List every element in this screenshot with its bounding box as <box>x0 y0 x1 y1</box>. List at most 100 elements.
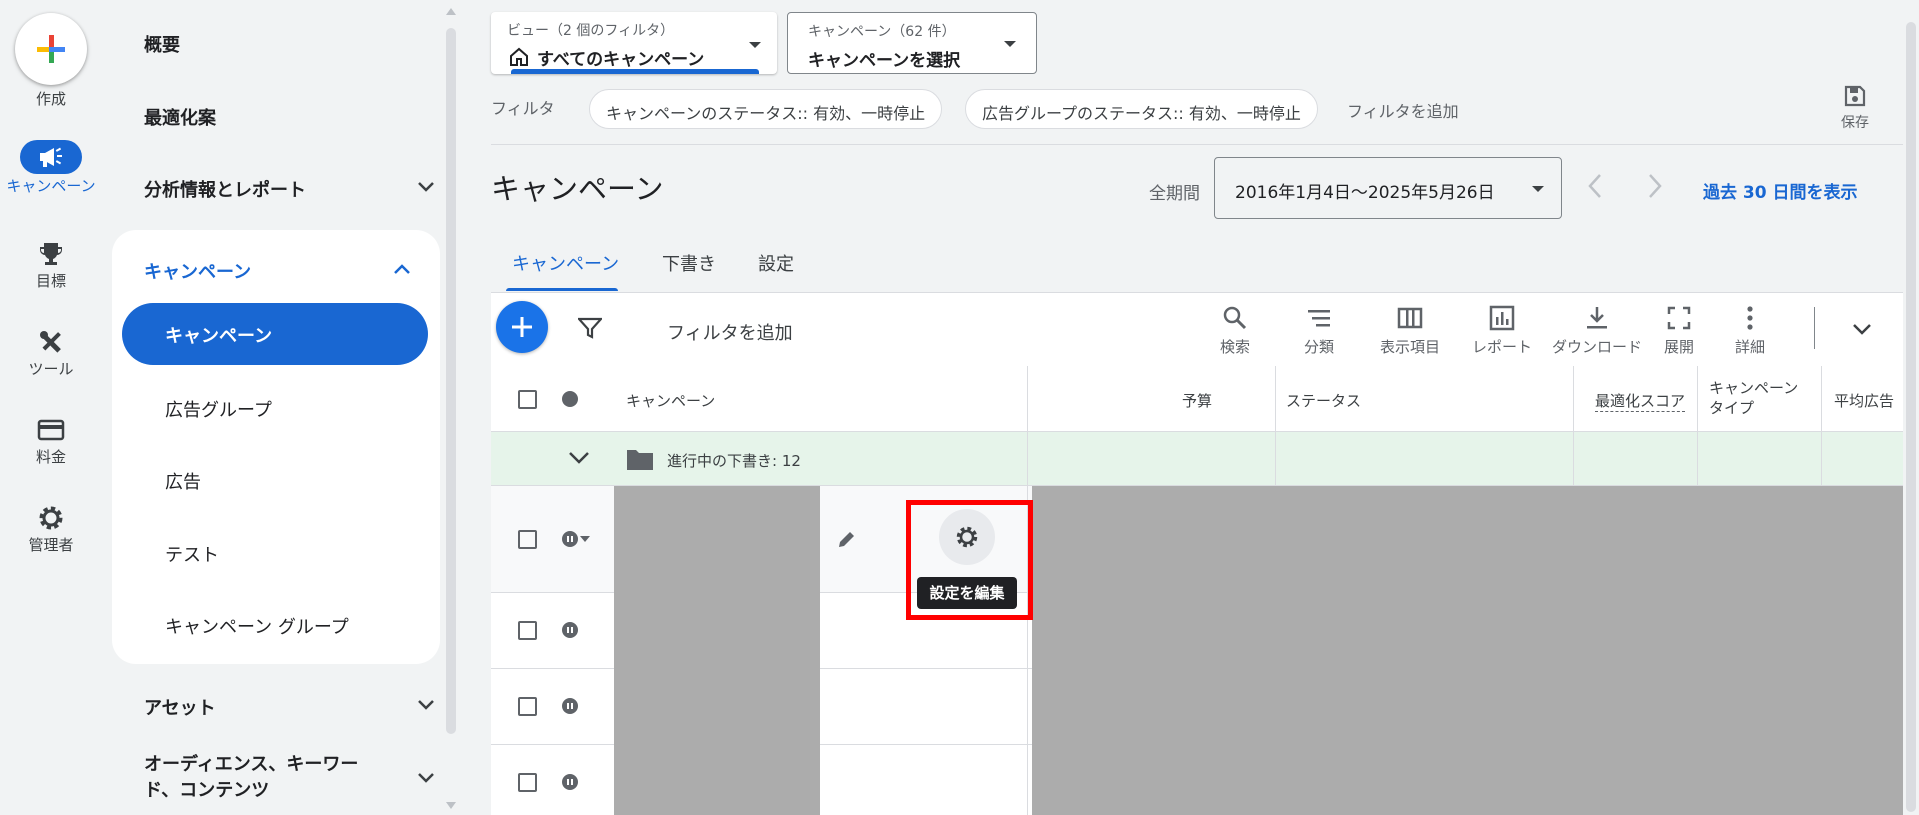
toolbar-more-button[interactable]: 詳細 <box>1725 305 1775 357</box>
trophy-icon <box>40 243 62 265</box>
toolbar-expand-button[interactable]: 展開 <box>1654 305 1704 357</box>
nav-item-assets[interactable]: アセット <box>144 694 434 720</box>
scroll-up-icon <box>446 8 456 15</box>
create-label: 作成 <box>35 90 66 108</box>
column-header-campaign-type[interactable]: キャンペーン タイプ <box>1709 378 1798 418</box>
tab-campaigns[interactable]: キャンペーン <box>512 250 619 276</box>
filter-icon[interactable] <box>578 317 602 339</box>
rail-item-admin[interactable]: 管理者 <box>0 504 102 555</box>
rail-item-goals[interactable]: 目標 <box>0 240 102 291</box>
rail-item-tools[interactable]: ツール <box>0 328 102 379</box>
view-selector[interactable]: ビュー（2 個のフィルタ） すべてのキャンペーン <box>491 12 777 74</box>
rail-item-campaigns[interactable]: キャンペーン <box>0 140 102 195</box>
fullscreen-icon <box>1667 306 1691 330</box>
chevron-down-icon <box>418 700 434 710</box>
chevron-right-icon[interactable] <box>1647 173 1663 199</box>
campaign-selector-value: キャンペーンを選択 <box>808 51 961 71</box>
campaigns-section-card: キャンペーン キャンペーン 広告グループ 広告 テスト キャンペーン グループ <box>112 230 440 664</box>
toolbar-expand-label: 展開 <box>1663 338 1694 356</box>
paused-status-icon[interactable] <box>562 531 578 547</box>
chevron-down-icon[interactable] <box>1853 324 1871 335</box>
nav-item-ads[interactable]: 広告 <box>165 468 201 494</box>
save-button[interactable]: 保存 <box>1830 84 1880 132</box>
period-label: 全期間 <box>1149 184 1200 204</box>
show-last-30-days-link[interactable]: 過去 30 日間を表示 <box>1703 178 1858 203</box>
redacted-campaign-names <box>614 486 820 815</box>
rail-admin-label: 管理者 <box>28 536 74 554</box>
toolbar-segment-button[interactable]: 分類 <box>1289 305 1349 357</box>
rail-campaigns-label: キャンペーン <box>6 177 96 195</box>
nav-item-audiences[interactable]: オーディエンス、キーワー ド、コンテンツ <box>144 752 434 804</box>
date-range-value: 2016年1月4日～2025年5月26日 <box>1235 183 1495 203</box>
toolbar-search-label: 検索 <box>1219 338 1250 356</box>
paused-status-icon[interactable] <box>562 622 578 638</box>
nav-section-campaigns[interactable]: キャンペーン <box>144 258 410 284</box>
toolbar-segment-label: 分類 <box>1303 338 1334 356</box>
row-checkbox[interactable] <box>518 530 537 549</box>
tab-settings[interactable]: 設定 <box>758 250 794 276</box>
paused-status-icon[interactable] <box>562 698 578 714</box>
column-header-status[interactable]: ステータス <box>1286 390 1361 411</box>
column-header-optimization-score[interactable]: 最適化スコア <box>1595 390 1686 412</box>
nav-item-campaigns[interactable]: キャンペーン <box>122 303 428 365</box>
select-all-checkbox[interactable] <box>518 390 537 409</box>
rail-item-billing[interactable]: 料金 <box>0 416 102 467</box>
nav-scrollbar[interactable] <box>442 0 460 815</box>
campaign-table: フィルタを追加 検索 分類 表示項目 レポート ダウンロード 展開 詳細 キャン… <box>491 292 1903 815</box>
chevron-up-icon <box>394 264 410 274</box>
row-checkbox[interactable] <box>518 621 537 640</box>
nav-item-overview[interactable]: 概要 <box>144 31 180 57</box>
drafts-count: 進行中の下書き: 12 <box>667 452 801 470</box>
nav-assets-label: アセット <box>144 698 216 719</box>
gear-icon <box>39 506 63 530</box>
nav-panel: 概要 最適化案 分析情報とレポート キャンペーン キャンペーン 広告グループ 広… <box>112 0 442 815</box>
toolbar-more-label: 詳細 <box>1734 338 1765 356</box>
redacted-campaign-data <box>1032 486 1903 815</box>
row-checkbox[interactable] <box>518 773 537 792</box>
toolbar-columns-button[interactable]: 表示項目 <box>1355 305 1465 357</box>
view-selector-value: すべてのキャンペーン <box>537 50 705 70</box>
tab-drafts[interactable]: 下書き <box>662 250 716 276</box>
plus-icon <box>512 317 532 337</box>
drafts-in-progress-row[interactable]: 進行中の下書き: 12 <box>491 432 1903 486</box>
chevron-down-icon[interactable] <box>569 452 589 464</box>
status-dot-icon <box>562 391 578 407</box>
campaign-selector[interactable]: キャンペーン（62 件） キャンペーンを選択 <box>787 12 1037 74</box>
filter-chip-adgroup-status[interactable]: 広告グループのステータス:: 有効、一時停止 <box>965 89 1318 129</box>
toolbar-reports-button[interactable]: レポート <box>1457 305 1547 357</box>
toolbar-reports-label: レポート <box>1471 338 1532 356</box>
edit-pencil-icon[interactable] <box>836 530 856 550</box>
create-button[interactable] <box>15 13 87 85</box>
download-icon <box>1587 307 1607 329</box>
chevron-down-icon <box>418 773 434 783</box>
column-header-avg[interactable]: 平均広告 <box>1834 390 1903 411</box>
segment-icon <box>1308 310 1330 327</box>
nav-item-experiments[interactable]: テスト <box>165 541 219 567</box>
tools-icon <box>40 331 61 353</box>
caret-down-icon[interactable] <box>580 536 590 542</box>
nav-item-recommendations[interactable]: 最適化案 <box>144 104 216 130</box>
row-checkbox[interactable] <box>518 697 537 716</box>
add-campaign-button[interactable] <box>496 301 548 353</box>
column-header-campaign[interactable]: キャンペーン <box>626 390 715 411</box>
home-icon <box>510 47 528 66</box>
toolbar-search-button[interactable]: 検索 <box>1205 305 1265 357</box>
nav-item-campaign-groups[interactable]: キャンペーン グループ <box>165 613 349 639</box>
add-filter-link[interactable]: フィルタを追加 <box>1347 98 1459 122</box>
filter-chip-campaign-status[interactable]: キャンペーンのステータス:: 有効、一時停止 <box>589 89 943 129</box>
left-rail: 作成 キャンペーン 目標 ツール 料金 管理者 <box>0 0 102 815</box>
toolbar-download-button[interactable]: ダウンロード <box>1542 305 1652 357</box>
column-header-budget[interactable]: 予算 <box>1182 390 1212 411</box>
search-icon <box>1223 306 1247 330</box>
toolbar-add-filter[interactable]: フィルタを追加 <box>667 319 793 345</box>
paused-status-icon[interactable] <box>562 774 578 790</box>
rail-billing-label: 料金 <box>35 448 66 466</box>
chevron-left-icon[interactable] <box>1587 173 1603 199</box>
nav-item-insights[interactable]: 分析情報とレポート <box>144 176 434 202</box>
table-header-row: キャンペーン 予算 ステータス 最適化スコア キャンペーン タイプ 平均広告 <box>491 366 1903 432</box>
date-range-picker[interactable]: 2016年1月4日～2025年5月26日 <box>1214 157 1562 219</box>
main-scrollbar[interactable] <box>1903 0 1919 815</box>
folder-icon <box>627 450 653 470</box>
save-label: 保存 <box>1841 115 1869 131</box>
nav-item-ad-groups[interactable]: 広告グループ <box>165 396 272 422</box>
